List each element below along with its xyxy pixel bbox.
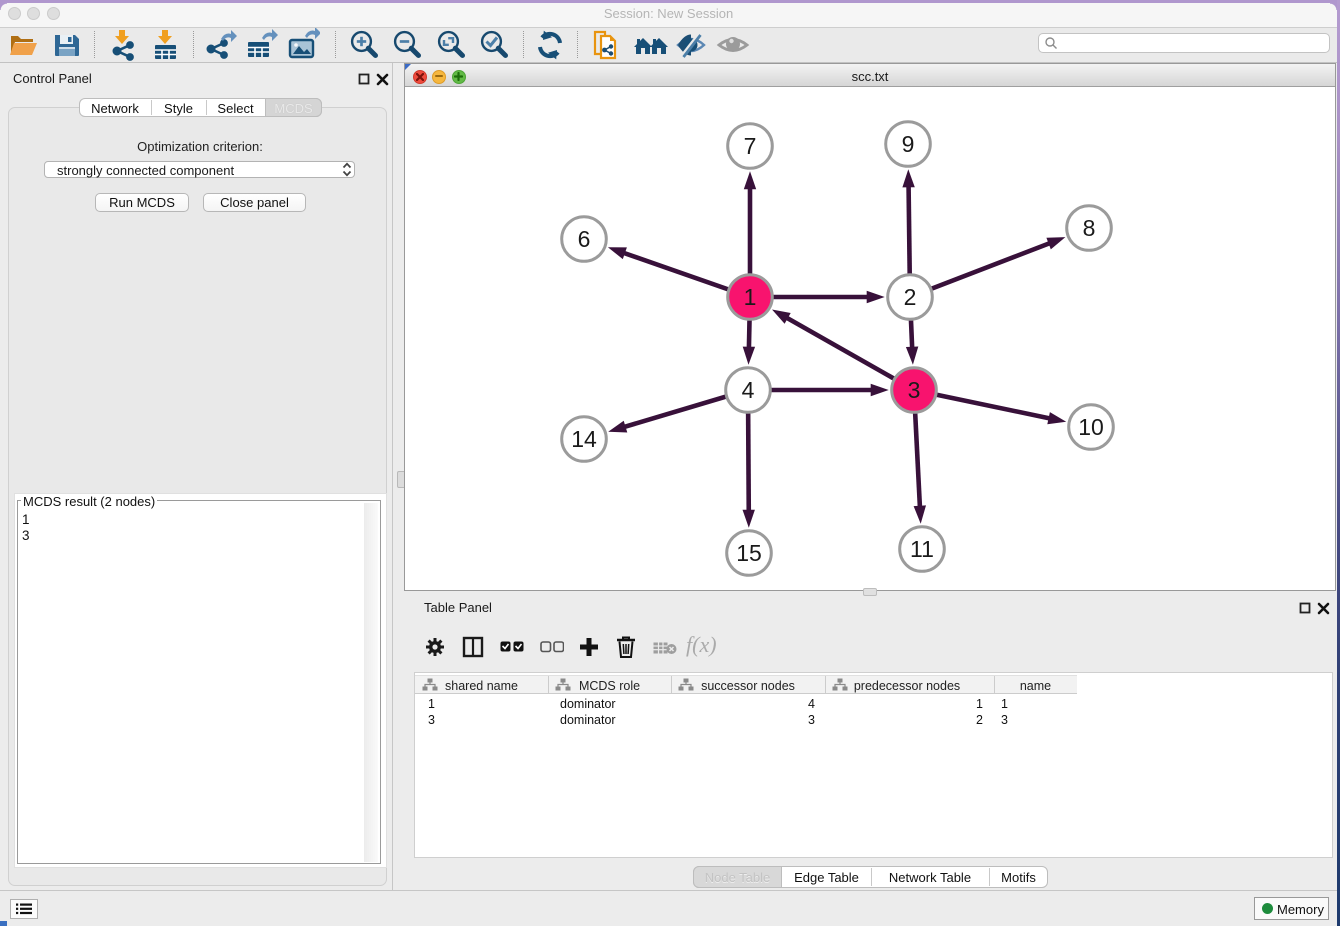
svg-text:10: 10: [1078, 414, 1104, 440]
svg-text:6: 6: [578, 226, 591, 252]
svg-text:14: 14: [571, 426, 597, 452]
svg-text:8: 8: [1083, 215, 1096, 241]
svg-text:9: 9: [902, 131, 915, 157]
svg-text:15: 15: [736, 540, 762, 566]
svg-text:7: 7: [744, 133, 757, 159]
svg-text:3: 3: [908, 377, 921, 403]
svg-text:1: 1: [744, 284, 757, 310]
svg-text:2: 2: [904, 284, 917, 310]
svg-text:4: 4: [742, 377, 755, 403]
svg-text:11: 11: [910, 536, 934, 562]
